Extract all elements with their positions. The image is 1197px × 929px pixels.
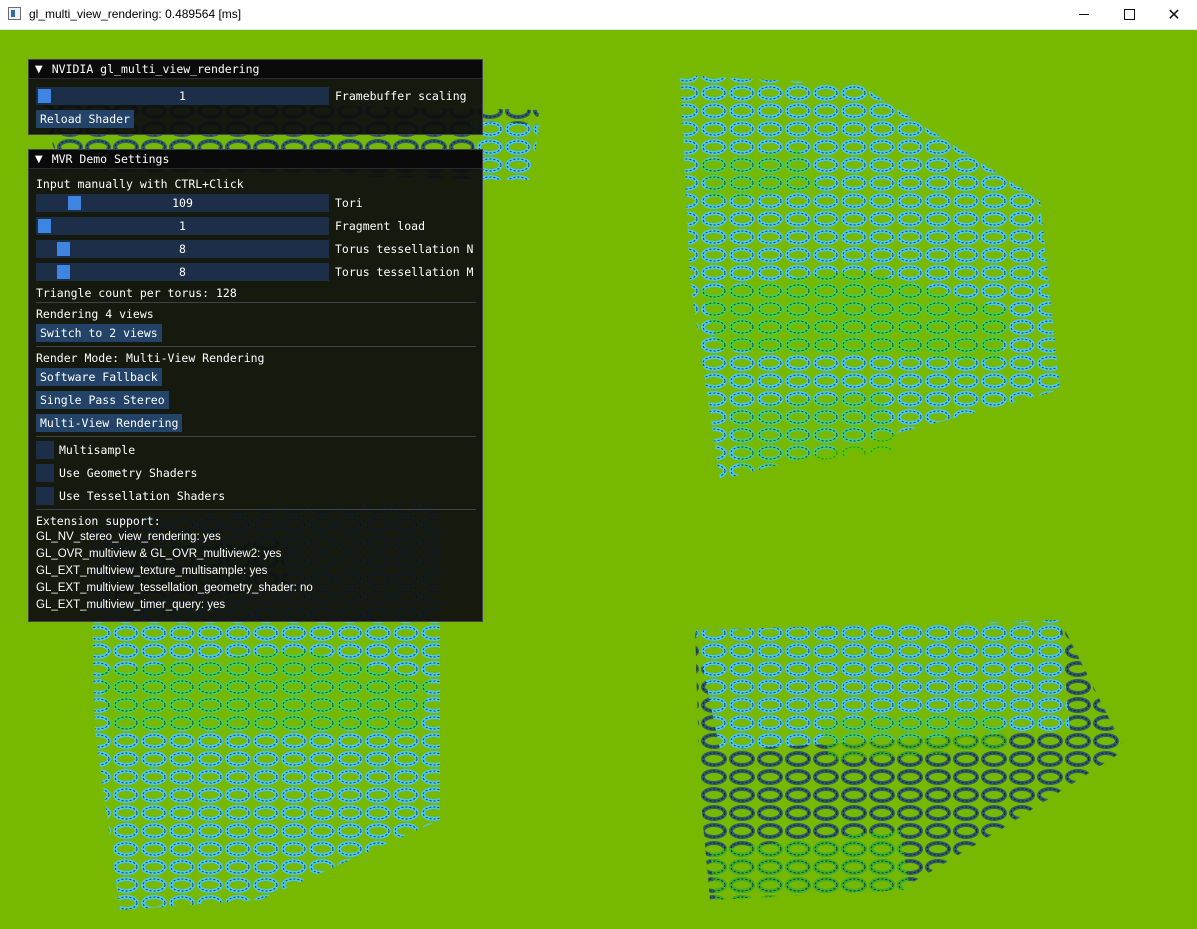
extension-support-heading: Extension support:: [36, 514, 161, 528]
view-top-right: [680, 75, 1060, 480]
separator: [36, 346, 476, 347]
panel-nvidia-header[interactable]: ▼ NVIDIA gl_multi_view_rendering: [29, 60, 482, 79]
maximize-icon: [1123, 9, 1135, 20]
torus-tessellation-m-slider[interactable]: 8: [36, 263, 329, 281]
panel-mvr-header[interactable]: ▼ MVR Demo Settings: [29, 150, 482, 169]
triangle-count-text: Triangle count per torus: 128: [36, 286, 237, 300]
reload-shader-button[interactable]: Reload Shader: [36, 110, 135, 128]
render-mode-text: Render Mode: Multi-View Rendering: [36, 351, 265, 365]
tessellation-shaders-label: Use Tessellation Shaders: [59, 489, 226, 503]
framebuffer-scaling-label: Framebuffer scaling: [335, 89, 467, 103]
tori-slider[interactable]: 109: [36, 194, 329, 212]
minimize-button[interactable]: [1061, 0, 1107, 29]
separator: [36, 436, 476, 437]
panel-mvr-title: MVR Demo Settings: [51, 152, 170, 166]
switch-views-button[interactable]: Switch to 2 views: [36, 324, 162, 342]
framebuffer-scaling-slider[interactable]: 1: [36, 87, 329, 105]
rendering-views-text: Rendering 4 views: [36, 307, 154, 321]
fragment-load-label: Fragment load: [335, 219, 426, 233]
slider-value: 109: [172, 196, 193, 210]
panel-nvidia-title: NVIDIA gl_multi_view_rendering: [51, 62, 260, 76]
window-title: gl_multi_view_rendering: 0.489564 [ms]: [29, 7, 242, 21]
multisample-checkbox[interactable]: [36, 441, 54, 459]
ctrl-click-hint: Input manually with CTRL+Click: [36, 177, 244, 191]
separator: [36, 509, 476, 510]
slider-value: 1: [179, 89, 186, 103]
view-bottom-right: [695, 620, 1125, 900]
extension-item: GL_EXT_multiview_texture_multisample: ye…: [36, 565, 268, 577]
window-app-icon: [8, 7, 21, 20]
panel-nvidia[interactable]: ▼ NVIDIA gl_multi_view_rendering 1 Frame…: [28, 59, 483, 135]
torus-tessellation-m-label: Torus tessellation M: [335, 265, 474, 279]
window-title-bar[interactable]: gl_multi_view_rendering: 0.489564 [ms] ✕: [0, 0, 1197, 30]
multi-view-rendering-button[interactable]: Multi-View Rendering: [36, 414, 183, 432]
single-pass-stereo-button[interactable]: Single Pass Stereo: [36, 391, 169, 409]
multisample-label: Multisample: [59, 443, 136, 457]
tori-label: Tori: [335, 196, 363, 210]
separator: [36, 302, 476, 303]
maximize-button[interactable]: [1106, 0, 1152, 29]
collapse-arrow-icon[interactable]: ▼: [35, 64, 43, 75]
software-fallback-button[interactable]: Software Fallback: [36, 368, 162, 386]
close-icon: ✕: [1167, 4, 1181, 24]
torus-tessellation-n-label: Torus tessellation N: [335, 242, 474, 256]
minimize-icon: [1079, 14, 1089, 15]
extension-item: GL_EXT_multiview_timer_query: yes: [36, 599, 226, 611]
slider-value: 8: [179, 265, 186, 279]
extension-item: GL_NV_stereo_view_rendering: yes: [36, 531, 221, 543]
slider-value: 1: [179, 219, 186, 233]
close-button[interactable]: ✕: [1151, 0, 1197, 29]
fragment-load-slider[interactable]: 1: [36, 217, 329, 235]
collapse-arrow-icon[interactable]: ▼: [35, 154, 43, 165]
geometry-shaders-checkbox[interactable]: [36, 464, 54, 482]
torus-tessellation-n-slider[interactable]: 8: [36, 240, 329, 258]
tessellation-shaders-checkbox[interactable]: [36, 487, 54, 505]
slider-value: 8: [179, 242, 186, 256]
panel-mvr-settings[interactable]: ▼ MVR Demo Settings Input manually with …: [28, 149, 483, 622]
extension-item: GL_OVR_multiview & GL_OVR_multiview2: ye…: [36, 548, 282, 560]
extension-item: GL_EXT_multiview_tessellation_geometry_s…: [36, 582, 313, 594]
geometry-shaders-label: Use Geometry Shaders: [59, 466, 198, 480]
